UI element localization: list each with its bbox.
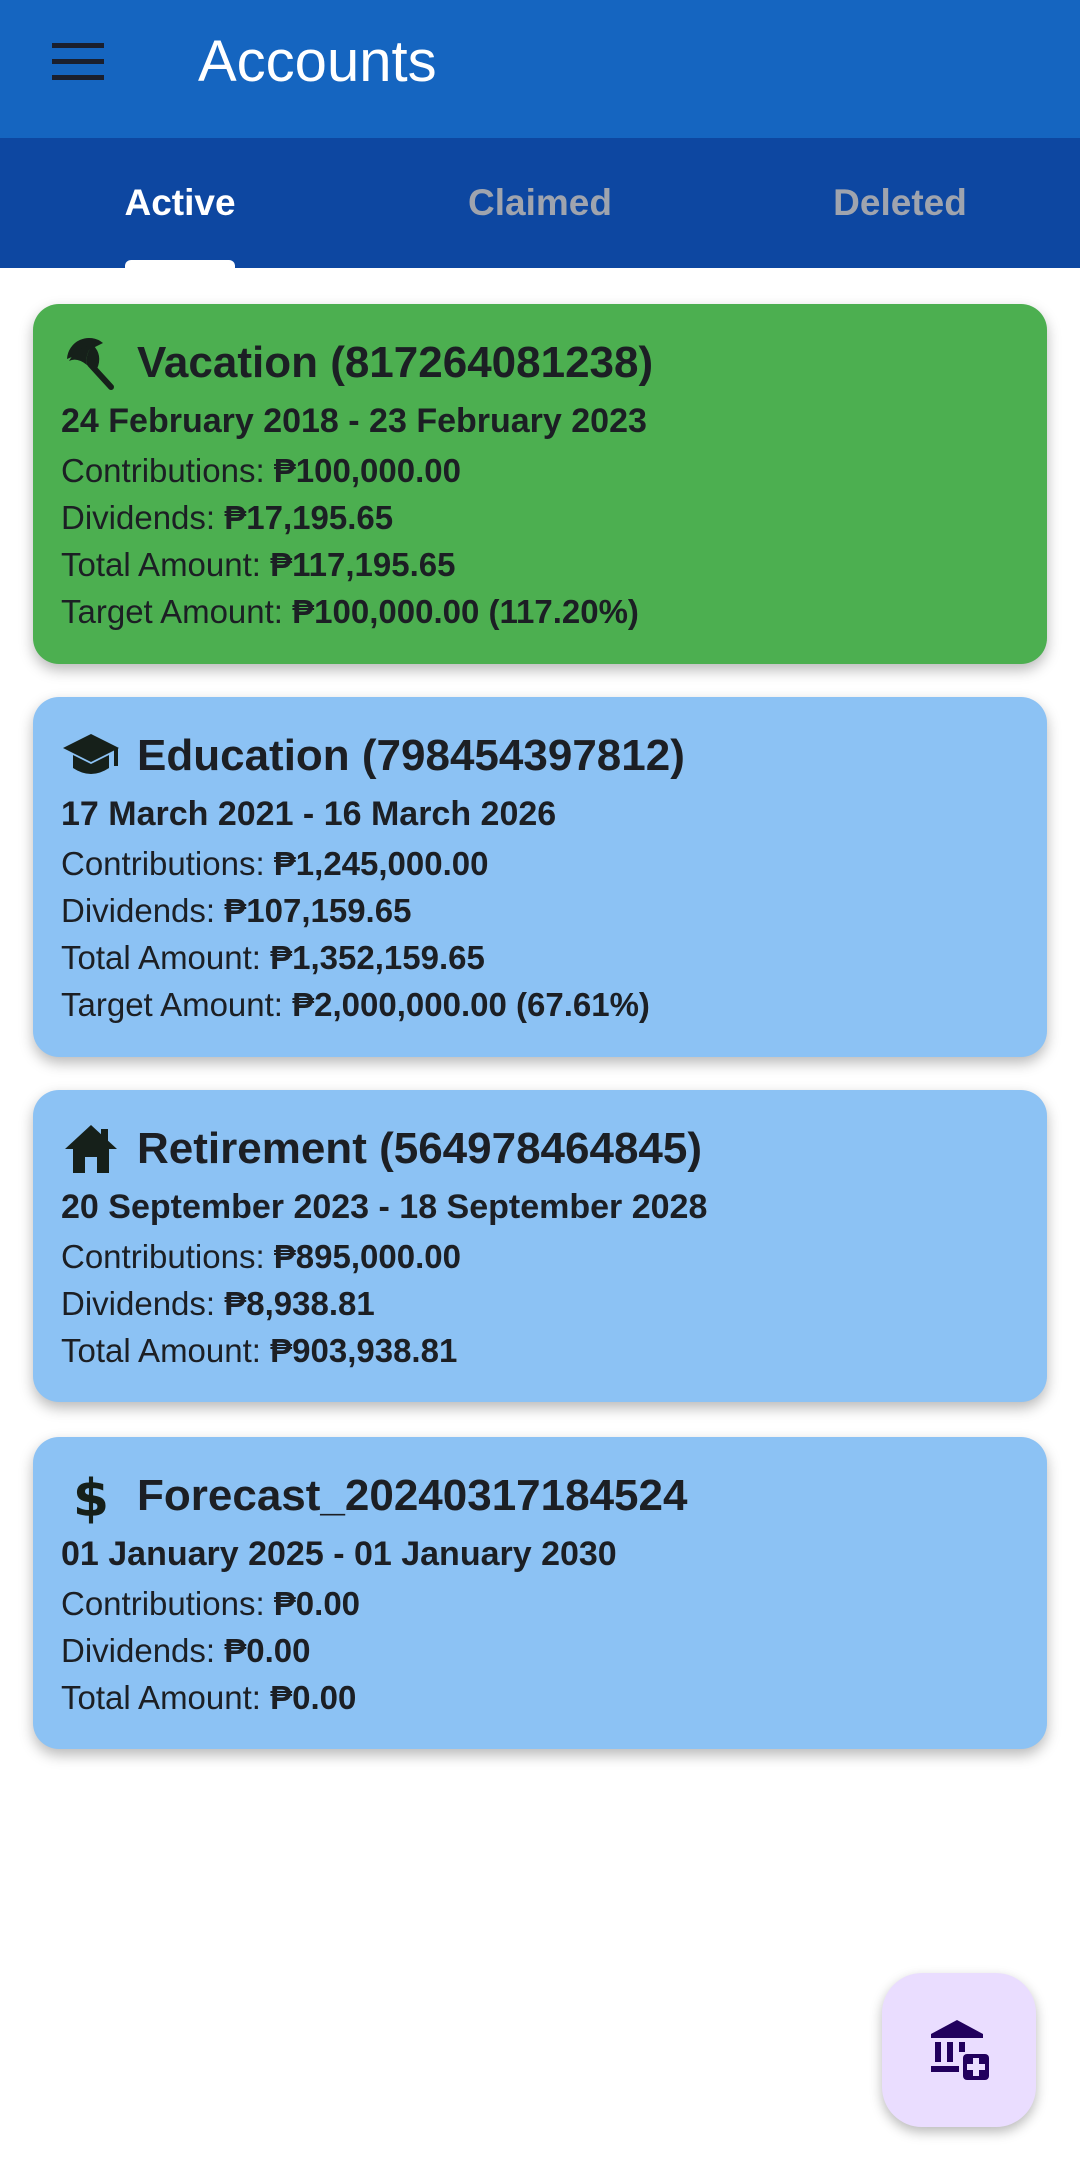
card-title: Forecast_20240317184524: [137, 1471, 688, 1520]
menu-button[interactable]: [40, 30, 116, 94]
card-date-range: 20 September 2023 - 18 September 2028: [61, 1188, 708, 1226]
add-account-button[interactable]: [882, 1973, 1036, 2127]
card-total: Total Amount: ₱117,195.65: [61, 546, 456, 583]
card-title: Vacation (817264081238): [137, 338, 654, 387]
tab-active[interactable]: Active: [0, 138, 360, 268]
card-header: Retirement (564978464845): [61, 1118, 702, 1180]
tab-claimed-label: Claimed: [468, 182, 612, 223]
svg-text:$: $: [73, 1469, 109, 1524]
card-title: Education (798454397812): [137, 731, 685, 780]
tab-deleted-label: Deleted: [833, 182, 967, 223]
card-header: Vacation (817264081238): [61, 332, 653, 394]
tab-indicator: [125, 260, 235, 268]
account-card-education[interactable]: Education (798454397812) 17 March 2021 -…: [33, 697, 1047, 1057]
card-target: Target Amount: ₱2,000,000.00 (67.61%): [61, 986, 650, 1023]
add-account-bank-icon: [931, 2020, 989, 2080]
account-card-retirement[interactable]: Retirement (564978464845) 20 September 2…: [33, 1090, 1047, 1402]
card-contributions: Contributions: ₱1,245,000.00: [61, 845, 489, 882]
card-contributions: Contributions: ₱100,000.00: [61, 452, 461, 489]
card-dividends: Dividends: ₱107,159.65: [61, 892, 412, 929]
graduation-cap-icon: [61, 726, 121, 786]
page-title: Accounts: [198, 29, 437, 94]
card-header: $ Forecast_20240317184524: [61, 1465, 688, 1527]
tab-deleted[interactable]: Deleted: [720, 138, 1080, 268]
house-icon: [61, 1119, 121, 1179]
card-date-range: 24 February 2018 - 23 February 2023: [61, 402, 647, 440]
card-dividends: Dividends: ₱17,195.65: [61, 499, 394, 536]
card-contributions: Contributions: ₱0.00: [61, 1585, 361, 1622]
card-dividends: Dividends: ₱0.00: [61, 1632, 311, 1669]
card-date-range: 17 March 2021 - 16 March 2026: [61, 795, 557, 833]
card-dividends: Dividends: ₱8,938.81: [61, 1285, 375, 1322]
card-header: Education (798454397812): [61, 725, 685, 787]
card-date-range: 01 January 2025 - 01 January 2030: [61, 1535, 617, 1573]
tab-active-label: Active: [124, 182, 236, 223]
card-target: Target Amount: ₱100,000.00 (117.20%): [61, 593, 639, 630]
menu-icon: [52, 43, 104, 80]
tab-claimed[interactable]: Claimed: [360, 138, 720, 268]
app-bar: Accounts: [0, 0, 1080, 138]
dollar-icon: $: [61, 1466, 121, 1526]
beach-umbrella-icon: [61, 333, 121, 393]
card-total: Total Amount: ₱0.00: [61, 1679, 357, 1716]
account-card-vacation[interactable]: Vacation (817264081238) 24 February 2018…: [33, 304, 1047, 664]
tab-bar: Active Claimed Deleted: [0, 138, 1080, 268]
card-title: Retirement (564978464845): [137, 1124, 703, 1173]
card-contributions: Contributions: ₱895,000.00: [61, 1238, 461, 1275]
account-card-forecast[interactable]: $ Forecast_20240317184524 01 January 202…: [33, 1437, 1047, 1749]
card-total: Total Amount: ₱1,352,159.65: [61, 939, 485, 976]
card-total: Total Amount: ₱903,938.81: [61, 1332, 458, 1369]
